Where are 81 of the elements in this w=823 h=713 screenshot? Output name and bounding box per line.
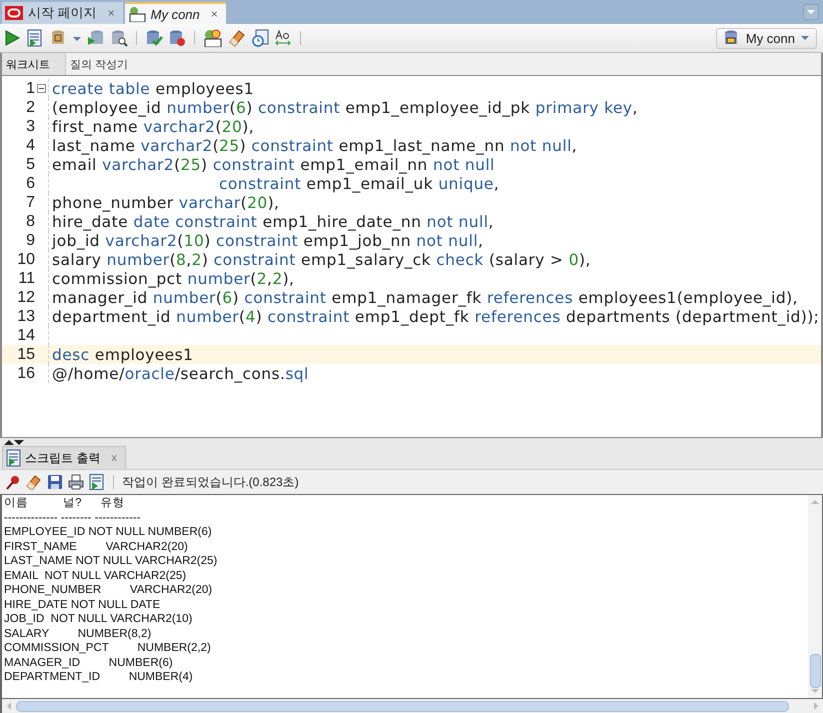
- output-line: HIRE_DATE NOT NULL DATE: [4, 598, 162, 612]
- code-line: job_id varchar2(10) constraint emp1_job_nn not null,: [52, 232, 484, 250]
- oracle-logo-icon: [5, 6, 23, 20]
- code-line: create table employees1: [52, 80, 254, 98]
- line-number: 1: [25, 80, 35, 98]
- output-line: 이름 널? 유형: [4, 496, 126, 510]
- output-line: LAST_NAME NOT NULL VARCHAR2(25): [4, 554, 218, 568]
- line-number: 16: [16, 364, 35, 382]
- line-number: 2: [25, 98, 35, 116]
- sub-tab[interactable]: 워크시트: [2, 53, 66, 75]
- script-output-icon: [6, 449, 22, 467]
- line-number: 7: [25, 194, 35, 212]
- output-line: FIRST_NAME VARCHAR2(20): [4, 540, 189, 554]
- line-number: 6: [25, 174, 35, 192]
- document-tab[interactable]: My conn ×: [124, 2, 226, 24]
- pin-icon[interactable]: [5, 474, 21, 490]
- database-undo-icon[interactable]: [168, 29, 186, 47]
- text-case-icon[interactable]: [274, 29, 292, 47]
- output-line: -------------- -------- ------------: [4, 510, 142, 525]
- output-line: SALARY NUMBER(8,2): [4, 626, 152, 641]
- code-line: phone_number varchar(20),: [52, 194, 280, 212]
- code-line: commission_pct number(2,2),: [52, 270, 294, 288]
- line-number: 14: [16, 326, 35, 344]
- code-line: department_id number(4) constraint emp1_dept_fk references departments (department_id));: [52, 308, 820, 326]
- database-run-icon[interactable]: [87, 29, 105, 47]
- split-arrows-icon[interactable]: [3, 438, 25, 446]
- sql-worksheet-icon[interactable]: [203, 29, 223, 47]
- line-number: 12: [16, 288, 35, 306]
- scroll-thumb[interactable]: [810, 654, 820, 688]
- code-line: salary number(8,2) constraint emp1_salary_ck check (salary > 0),: [52, 250, 591, 268]
- code-line: hire_date date constraint emp1_hire_date_nn not null,: [52, 212, 494, 230]
- line-number: 9: [25, 232, 35, 250]
- line-number: 10: [16, 250, 35, 268]
- caret-icon: [800, 34, 810, 42]
- output-line: DEPARTMENT_ID NUMBER(4): [4, 670, 194, 684]
- line-number: 15: [16, 346, 35, 364]
- code-line: first_name varchar2(20),: [52, 118, 254, 136]
- line-number: 5: [25, 156, 35, 174]
- close-icon[interactable]: ×: [108, 6, 115, 20]
- eraser-icon[interactable]: [26, 474, 42, 490]
- status-message: 작업이 완료되었습니다.(0.823초): [122, 474, 299, 490]
- save-icon[interactable]: [47, 474, 63, 490]
- output-line: EMAIL NOT NULL VARCHAR2(25): [4, 568, 188, 583]
- line-number: 13: [16, 308, 35, 326]
- code-editor[interactable]: [0, 75, 823, 438]
- output-line: PHONE_NUMBER VARCHAR2(20): [4, 583, 214, 598]
- connection-dropdown[interactable]: My conn: [716, 28, 817, 48]
- scroll-thumb[interactable]: [16, 700, 789, 712]
- horizontal-scrollbar[interactable]: [0, 699, 823, 713]
- code-line: desc employees1: [52, 346, 194, 364]
- clock-document-icon[interactable]: [251, 29, 269, 47]
- output-line: COMMISSION_PCT NUMBER(2,2): [4, 641, 212, 656]
- print-icon[interactable]: [68, 474, 84, 490]
- run-script-icon[interactable]: [26, 29, 44, 47]
- database-icon[interactable]: [49, 29, 67, 47]
- collapse-icon[interactable]: [37, 84, 46, 93]
- vertical-scrollbar[interactable]: [808, 495, 822, 698]
- code-line: constraint emp1_email_uk unique,: [218, 174, 500, 192]
- output-line: MANAGER_ID NUMBER(6): [4, 656, 174, 670]
- run-script-icon[interactable]: [89, 474, 105, 490]
- document-tab[interactable]: 시작 페이지 ×: [2, 2, 123, 24]
- database-search-icon[interactable]: [110, 29, 128, 47]
- line-number: 11: [17, 270, 35, 288]
- run-icon[interactable]: [3, 29, 21, 47]
- code-line: last_name varchar2(25) constraint emp1_last_name_nn not null,: [52, 136, 578, 154]
- dropdown-icon[interactable]: [803, 4, 819, 20]
- close-icon[interactable]: ×: [210, 7, 218, 21]
- database-check-icon[interactable]: [145, 29, 163, 47]
- sql-file-icon: [128, 6, 146, 22]
- line-number: 3: [25, 118, 35, 136]
- output-tab[interactable]: 스크립트 출력 x: [2, 446, 126, 469]
- code-line: @/home/oracle/search_cons.sql: [52, 364, 309, 382]
- output-line: EMPLOYEE_ID NOT NULL NUMBER(6): [4, 525, 213, 540]
- code-line: email varchar2(25) constraint emp1_email_nn not null: [52, 156, 495, 174]
- output-line: JOB_ID NOT NULL VARCHAR2(10): [4, 612, 194, 626]
- eraser-icon[interactable]: [228, 29, 246, 47]
- code-line: (employee_id number(6) constraint emp1_employee_id_pk primary key,: [52, 98, 638, 116]
- line-number: 8: [25, 212, 35, 230]
- sub-tab[interactable]: 질의 작성기: [66, 53, 138, 75]
- line-number: 4: [25, 136, 35, 154]
- code-line: manager_id number(6) constraint emp1_namager_fk references employees1(employee_id),: [52, 288, 798, 306]
